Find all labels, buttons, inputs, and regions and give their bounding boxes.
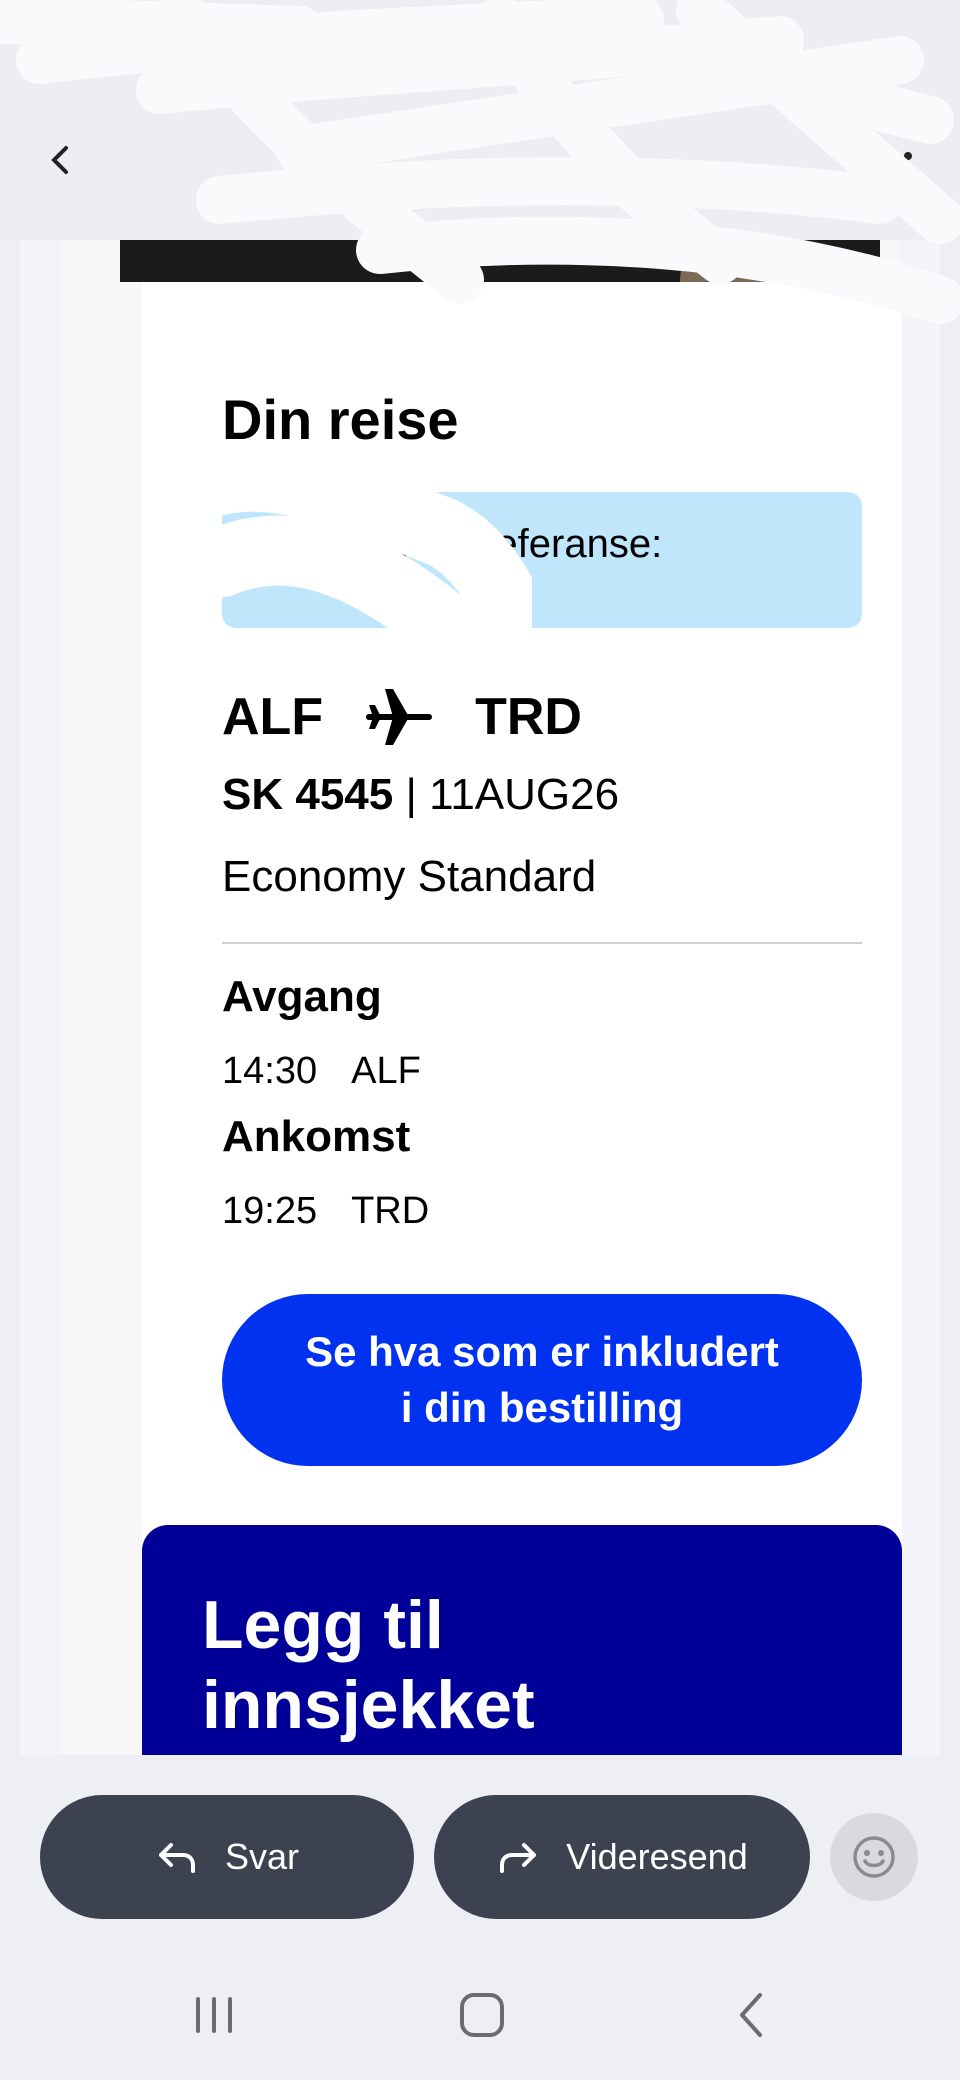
arrival-time: 19:25 bbox=[222, 1190, 318, 1232]
arrival-row: 19:25 TRD bbox=[222, 1190, 429, 1233]
forward-label: Videresend bbox=[566, 1836, 748, 1877]
email-action-bar: Svar Videresend bbox=[0, 1755, 960, 1945]
more-vertical-icon[interactable] bbox=[896, 148, 920, 188]
forward-button[interactable]: Videresend bbox=[434, 1795, 810, 1919]
departure-airport: ALF bbox=[351, 1050, 421, 1092]
booking-reference-box: Bestillingsreferanse: bbox=[202, 442, 862, 672]
home-icon[interactable] bbox=[452, 1985, 512, 2045]
origin-airport: ALF bbox=[222, 688, 324, 746]
promo-title: Legg til innsjekket bbox=[202, 1587, 535, 1743]
arrival-label: Ankomst bbox=[222, 1112, 411, 1161]
cta-line-1: Se hva som er inkludert bbox=[305, 1328, 779, 1375]
arrival-airport: TRD bbox=[351, 1190, 430, 1232]
back-icon[interactable] bbox=[722, 1985, 782, 2045]
emoji-reaction-button[interactable] bbox=[830, 1813, 918, 1901]
flight-number: SK 4545 bbox=[222, 770, 394, 819]
cabin-class: Economy Standard bbox=[222, 852, 597, 901]
flight-info: SK 4545 | 11AUG26 bbox=[222, 770, 619, 820]
system-nav-bar bbox=[0, 1945, 960, 2080]
emoji-icon bbox=[853, 1836, 895, 1878]
hero-image bbox=[120, 240, 880, 282]
flight-separator: | bbox=[393, 770, 430, 819]
reply-icon bbox=[158, 1843, 195, 1873]
departure-time: 14:30 bbox=[222, 1050, 318, 1092]
flight-date: 11AUG26 bbox=[429, 770, 620, 819]
route: ALF TRD bbox=[222, 682, 582, 752]
recents-icon[interactable] bbox=[184, 1985, 244, 2045]
reply-label: Svar bbox=[224, 1836, 300, 1877]
reply-button[interactable]: Svar bbox=[40, 1795, 414, 1919]
see-included-button[interactable]: Se hva som er inkludert i din bestilling bbox=[222, 1294, 862, 1466]
trip-card: Din reise Bestillingsreferanse: ALF TRD bbox=[142, 282, 902, 1724]
top-app-bar bbox=[0, 0, 960, 240]
forward-icon bbox=[500, 1843, 537, 1873]
cta-line-2: i din bestilling bbox=[400, 1384, 684, 1431]
back-arrow-icon[interactable] bbox=[42, 140, 82, 180]
checked-baggage-promo[interactable]: Legg til innsjekket bbox=[142, 1525, 902, 1755]
redaction-scribble bbox=[202, 442, 532, 672]
email-body[interactable]: Din reise Bestillingsreferanse: ALF TRD bbox=[20, 240, 940, 1755]
departure-row: 14:30 ALF bbox=[222, 1050, 421, 1093]
divider bbox=[222, 942, 862, 944]
destination-airport: TRD bbox=[475, 688, 582, 746]
email-content-column: Din reise Bestillingsreferanse: ALF TRD bbox=[62, 240, 902, 1755]
airplane-icon bbox=[366, 689, 433, 745]
departure-label: Avgang bbox=[222, 972, 382, 1021]
